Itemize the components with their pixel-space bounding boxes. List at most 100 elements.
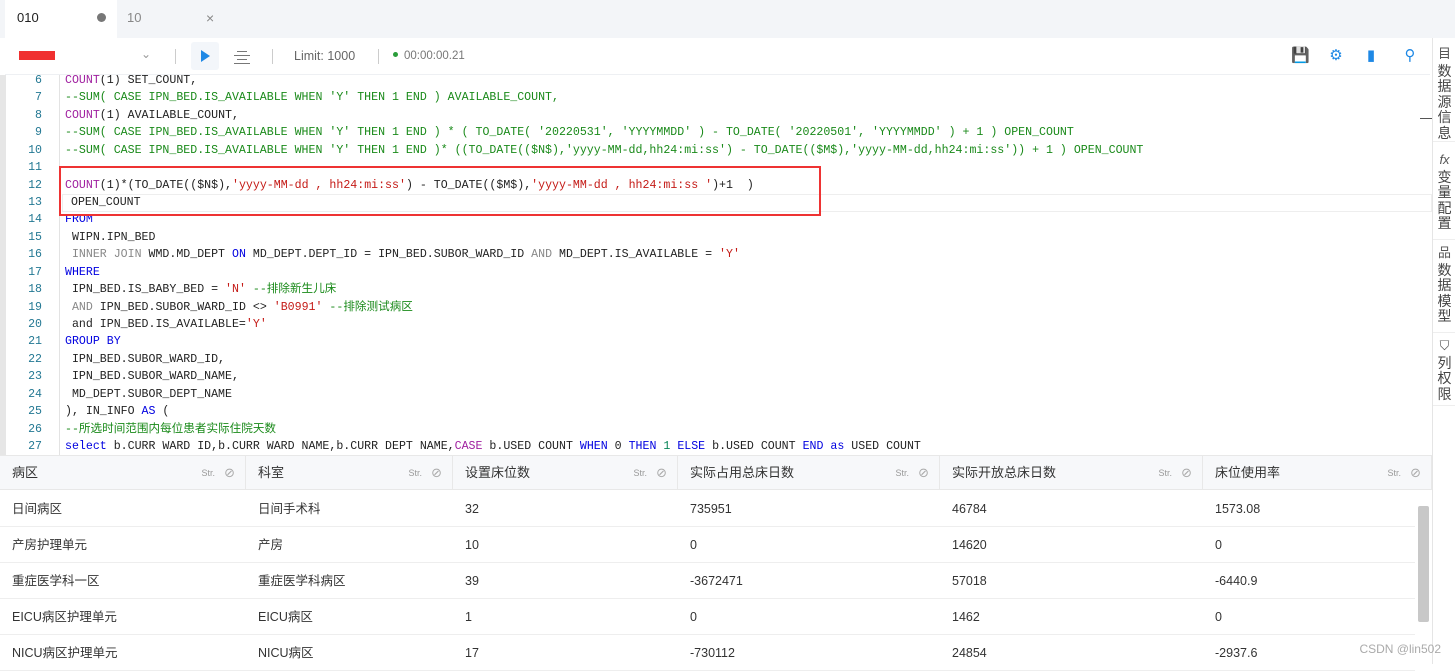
code-token: --SUM( CASE IPN_BED.IS_AVAILABLE WHEN 'Y… [65,144,1144,157]
code-text: IPN_BED.SUBOR_WARD_ID, [65,351,225,368]
search-icon[interactable]: ⚲ [1401,47,1419,65]
code-token: THEN [628,440,657,453]
line-number: 24 [28,388,42,401]
hierarchy-icon: 品 [1437,245,1451,260]
sidebar-item-datasource-info[interactable]: 目数据源信息 [1433,42,1455,142]
column-header[interactable]: 设置床位数 Str. ⊘ [453,456,678,490]
column-header[interactable]: 实际占用总床日数 Str. ⊘ [678,456,940,490]
table-row[interactable]: 产房护理单元 产房 10 0 14620 0 [0,527,1415,563]
column-header[interactable]: 床位使用率 Str. ⊘ [1203,456,1432,490]
type-tag: Str. [633,468,647,478]
chevron-down-icon[interactable]: ⌄ [141,47,151,61]
table-cell: 57018 [952,574,987,588]
table-cell: 重症医学科病区 [258,574,346,588]
settings-icon[interactable]: ⚙ [1327,47,1345,65]
column-title: 实际占用总床日数 [690,465,795,480]
close-icon[interactable]: × [206,0,214,36]
table-row[interactable]: EICU病区护理单元 EICU病区 1 0 1462 0 [0,599,1415,635]
table-cell: 17 [465,646,479,660]
editor-left-strip [0,75,6,455]
code-token: select [65,440,107,453]
sidebar-item-data-model[interactable]: 品数据模型 [1433,241,1455,333]
column-header[interactable]: 病区 Str. ⊘ [0,456,246,490]
line-number: 20 [28,318,42,331]
code-token: ON [231,248,246,261]
code-token: MD_DEPT.IS_AVAILABLE = [552,248,720,261]
column-title: 床位使用率 [1215,465,1281,480]
code-text: COUNT(1) SET_COUNT, [65,75,197,89]
code-text: COUNT(1) AVAILABLE_COUNT, [65,107,239,124]
code-token: ( [155,405,170,418]
code-token: INNER JOIN [65,248,142,261]
table-cell: 10 [465,538,479,552]
table-cell: 0 [1215,538,1222,552]
sidebar-item-column-permission[interactable]: ⛉ 列权限 [1433,334,1455,406]
column-title: 病区 [12,465,39,480]
visibility-off-icon[interactable]: ⊘ [431,456,442,490]
code-token: b.CURR WARD ID,b.CURR WARD NAME,b.CURR D… [106,440,455,453]
visibility-off-icon[interactable]: ⊘ [918,456,929,490]
line-number: 25 [28,405,42,418]
sql-editor[interactable]: 6 COUNT(1) SET_COUNT, 7 --SUM( CASE IPN_BED… [0,75,1432,455]
table-row[interactable]: 日间病区 日间手术科 32 735951 46784 1573.08 [0,491,1415,527]
code-text: --所选时间范围内每位患者实际住院天数 [65,421,276,438]
elapsed-value: 00:00:00.21 [404,50,465,62]
table-row[interactable]: NICU病区护理单元 NICU病区 17 -730112 24854 -2937.6 [0,635,1415,671]
line-number: 16 [28,248,42,261]
editor-scroll-marker[interactable] [1420,118,1432,119]
unsaved-dot-icon [97,13,106,22]
code-text: WIPN.IPN_BED [65,229,156,246]
code-token: (1) AVAILABLE_COUNT, [99,109,239,122]
limit-select[interactable]: Limit: 1000 [294,49,355,63]
visibility-off-icon[interactable]: ⊘ [1181,456,1192,490]
fx-icon: fx [1439,152,1450,167]
code-token: USED COUNT [844,440,921,453]
format-icon[interactable] [234,48,250,64]
code-text: AND IPN_BED.SUBOR_WARD_ID <> 'B0991' --排… [65,299,413,316]
column-header[interactable]: 科室 Str. ⊘ [246,456,453,490]
watermark: CSDN @lin502 [1359,642,1441,656]
code-token: WIPN.IPN_BED [65,231,156,244]
line-number: 9 [35,126,42,139]
line-number: 15 [28,231,42,244]
copy-icon[interactable]: ▮ [1362,47,1380,65]
tab-bar: 010 10 × [0,0,1455,38]
code-text: --SUM( CASE IPN_BED.IS_AVAILABLE WHEN 'Y… [65,89,559,106]
code-token: IPN_BED.SUBOR_WARD_NAME, [65,370,239,383]
sidebar-item-variables[interactable]: fx 变量配置 [1433,148,1455,240]
type-tag: Str. [1158,468,1172,478]
code-text: IPN_BED.IS_BABY_BED = 'N' --排除新生儿床 [65,281,336,298]
code-token: AND [531,248,553,261]
table-cell: 1 [465,610,472,624]
save-icon[interactable]: 💾 [1291,47,1310,65]
code-token: --SUM( CASE IPN_BED.IS_AVAILABLE WHEN 'Y… [65,126,1074,139]
table-cell: 日间手术科 [258,502,321,516]
line-number: 13 [28,196,42,209]
tab-10[interactable]: 10 × [117,0,227,38]
divider [272,49,273,64]
code-token: and IPN_BED.IS_AVAILABLE= [65,318,246,331]
visibility-off-icon[interactable]: ⊘ [1410,456,1421,490]
run-button[interactable] [191,42,219,70]
code-token: COUNT [65,75,100,87]
visibility-off-icon[interactable]: ⊘ [656,456,667,490]
code-token: --SUM( CASE IPN_BED.IS_AVAILABLE WHEN 'Y… [65,91,559,104]
table-row[interactable]: 重症医学科一区 重症医学科病区 39 -3672471 57018 -6440.9 [0,563,1415,599]
type-tag: Str. [408,468,422,478]
divider [175,49,176,64]
code-text: select b.CURR WARD ID,b.CURR WARD NAME,b… [65,438,921,455]
code-token: ), IN_INFO [65,405,142,418]
tab-010[interactable]: 010 [5,0,117,38]
table-cell: EICU病区护理单元 [12,610,117,624]
code-token: 'Y' [245,318,267,331]
column-header[interactable]: 实际开放总床日数 Str. ⊘ [940,456,1203,490]
code-token: b.USED COUNT [705,440,803,453]
visibility-off-icon[interactable]: ⊘ [224,456,235,490]
code-text: --SUM( CASE IPN_BED.IS_AVAILABLE WHEN 'Y… [65,142,1143,159]
table-cell: 重症医学科一区 [12,574,100,588]
table-cell: 0 [690,538,697,552]
datasource-select-redacted[interactable] [19,51,55,60]
line-number: 6 [35,75,42,87]
code-token: 'Y' [719,248,740,261]
code-token: IPN_BED.SUBOR_WARD_ID <> [92,301,274,314]
